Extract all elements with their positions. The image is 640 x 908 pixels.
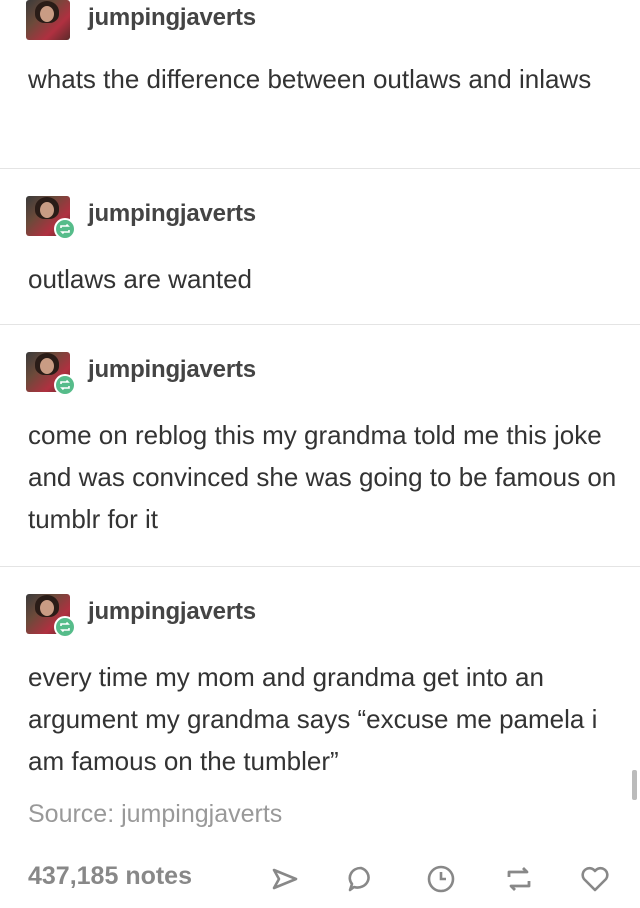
post-text: whats the difference between outlaws and… (28, 64, 592, 94)
divider (0, 168, 640, 169)
queue-icon[interactable] (424, 862, 458, 896)
username[interactable]: jumpingjaverts (88, 598, 256, 626)
post-header: jumpingjaverts (26, 594, 426, 638)
post-text: every time my mom and grandma get into a… (28, 662, 598, 776)
username[interactable]: jumpingjaverts (88, 356, 256, 384)
source-link[interactable]: Source: jumpingjaverts (28, 800, 282, 829)
post-header: jumpingjaverts (26, 352, 426, 396)
notes-count[interactable]: 437,185 notes (28, 862, 192, 891)
post-header: jumpingjaverts (26, 196, 426, 240)
divider (0, 566, 640, 567)
like-icon[interactable] (578, 862, 612, 896)
reblog-icon[interactable] (502, 862, 536, 896)
avatar[interactable] (26, 0, 70, 40)
reblog-badge-icon (54, 218, 76, 240)
username[interactable]: jumpingjaverts (88, 4, 256, 32)
post-text: come on reblog this my grandma told me t… (28, 420, 617, 534)
username[interactable]: jumpingjaverts (88, 200, 256, 228)
reply-icon[interactable] (344, 862, 378, 896)
share-icon[interactable] (268, 862, 302, 896)
scrollbar[interactable] (632, 770, 637, 800)
reblog-badge-icon (54, 616, 76, 638)
reblog-badge-icon (54, 374, 76, 396)
post-footer: 437,185 notes (0, 852, 640, 902)
post-text: outlaws are wanted (28, 264, 253, 294)
post-header: jumpingjaverts (26, 0, 426, 40)
divider (0, 324, 640, 325)
